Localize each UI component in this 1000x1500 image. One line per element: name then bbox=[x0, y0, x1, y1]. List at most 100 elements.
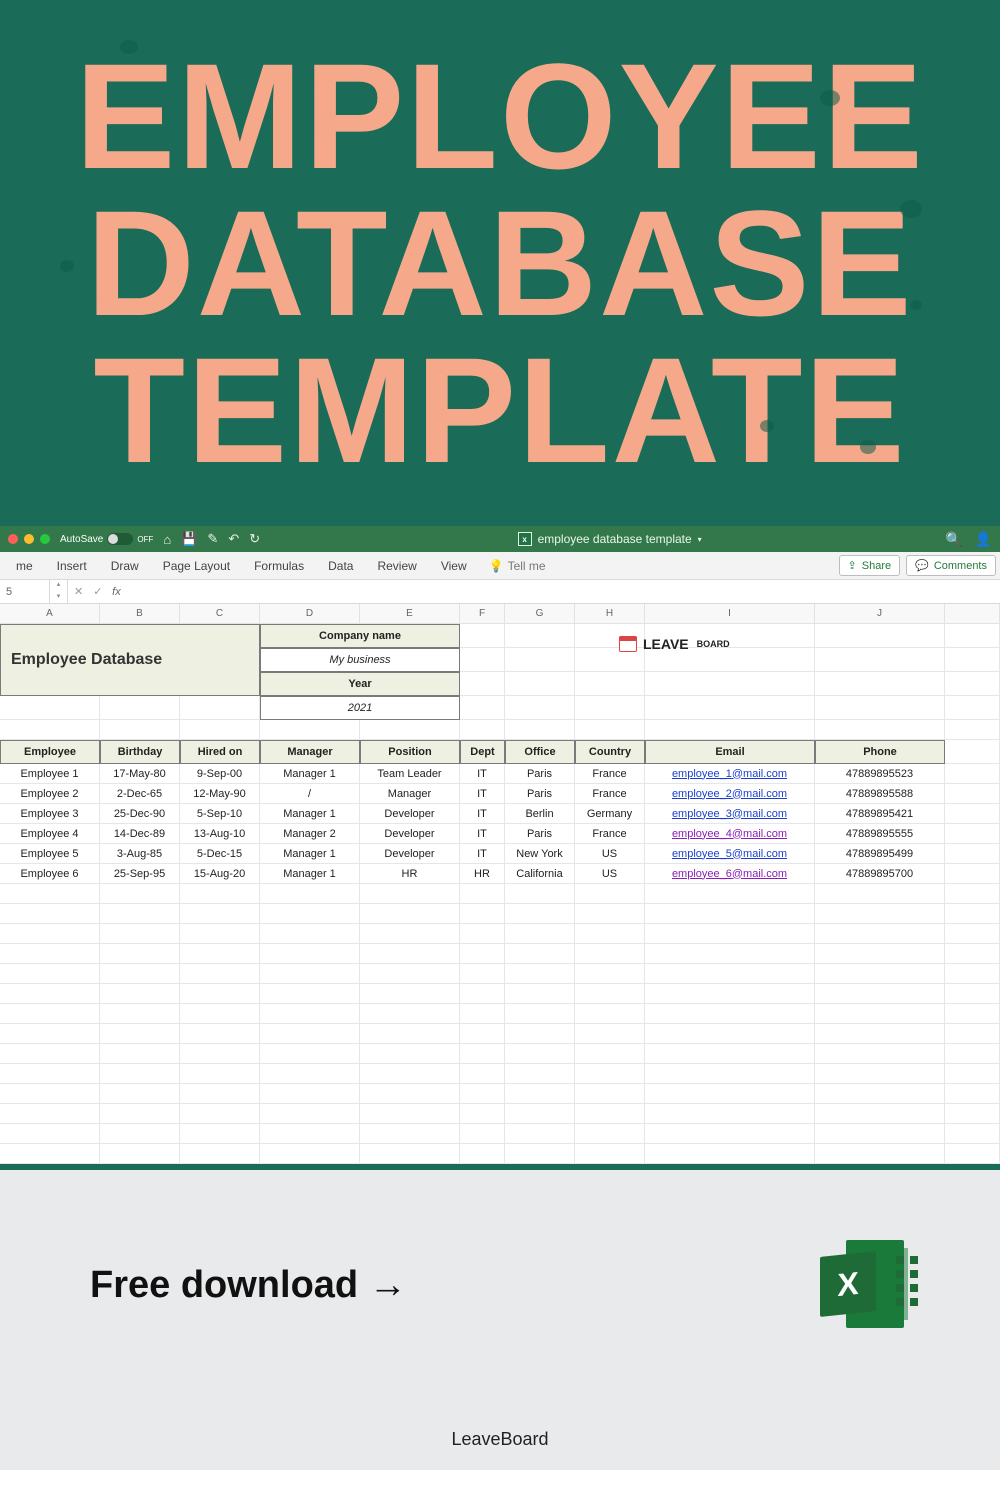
cell-country[interactable]: France bbox=[575, 764, 645, 784]
table-row[interactable]: Employee 53-Aug-855-Dec-15Manager 1Devel… bbox=[0, 844, 1000, 864]
namebox-stepper[interactable]: ▴▾ bbox=[50, 580, 68, 603]
cell-hired[interactable]: 12-May-90 bbox=[180, 784, 260, 804]
cell-country[interactable]: France bbox=[575, 784, 645, 804]
cell-office[interactable]: Paris bbox=[505, 824, 575, 844]
cell-email[interactable]: employee_3@mail.com bbox=[645, 804, 815, 824]
cell-manager[interactable]: Manager 1 bbox=[260, 844, 360, 864]
empty-row[interactable] bbox=[0, 884, 1000, 904]
cell-manager[interactable]: Manager 1 bbox=[260, 864, 360, 884]
cell-office[interactable]: California bbox=[505, 864, 575, 884]
edit-icon[interactable]: ✎ bbox=[207, 531, 218, 547]
cell-manager[interactable]: Manager 1 bbox=[260, 764, 360, 784]
spreadsheet-grid[interactable]: Employee Database Company name LEAVEBOAR… bbox=[0, 624, 1000, 1164]
fx-icon[interactable]: fx bbox=[106, 586, 126, 598]
chevron-down-icon[interactable]: ▾ bbox=[698, 535, 702, 544]
window-controls[interactable] bbox=[8, 534, 50, 544]
col-C[interactable]: C bbox=[180, 604, 260, 624]
empty-row[interactable] bbox=[0, 1144, 1000, 1164]
cell-birthday[interactable]: 3-Aug-85 bbox=[100, 844, 180, 864]
tab-home-partial[interactable]: me bbox=[4, 552, 45, 579]
comments-button[interactable]: 💬 Comments bbox=[906, 555, 996, 576]
empty-row[interactable] bbox=[0, 904, 1000, 924]
redo-icon[interactable]: ↻ bbox=[249, 531, 260, 547]
search-icon[interactable]: 🔍 bbox=[945, 531, 962, 548]
tab-view[interactable]: View bbox=[429, 552, 479, 579]
undo-icon[interactable]: ↶ bbox=[228, 531, 239, 547]
cell-office[interactable]: New York bbox=[505, 844, 575, 864]
cta-text[interactable]: Free download → bbox=[90, 1264, 407, 1307]
cell-birthday[interactable]: 14-Dec-89 bbox=[100, 824, 180, 844]
cell-office[interactable]: Paris bbox=[505, 784, 575, 804]
col-H[interactable]: H bbox=[575, 604, 645, 624]
cell-office[interactable]: Berlin bbox=[505, 804, 575, 824]
th-manager[interactable]: Manager bbox=[260, 740, 360, 764]
close-icon[interactable] bbox=[8, 534, 18, 544]
cell-employee[interactable]: Employee 1 bbox=[0, 764, 100, 784]
col-G[interactable]: G bbox=[505, 604, 575, 624]
cell-phone[interactable]: 47889895499 bbox=[815, 844, 945, 864]
col-J[interactable]: J bbox=[815, 604, 945, 624]
cell-dept[interactable]: IT bbox=[460, 824, 505, 844]
cell-manager[interactable]: Manager 1 bbox=[260, 804, 360, 824]
cancel-icon[interactable]: ✕ bbox=[68, 585, 89, 598]
cell-email[interactable]: employee_6@mail.com bbox=[645, 864, 815, 884]
tab-page-layout[interactable]: Page Layout bbox=[151, 552, 242, 579]
confirm-icon[interactable]: ✓ bbox=[89, 585, 106, 598]
name-box[interactable]: 5 bbox=[0, 580, 50, 603]
cell-dept[interactable]: IT bbox=[460, 764, 505, 784]
cell-email[interactable]: employee_5@mail.com bbox=[645, 844, 815, 864]
empty-row[interactable] bbox=[0, 1064, 1000, 1084]
cell-position[interactable]: HR bbox=[360, 864, 460, 884]
col-D[interactable]: D bbox=[260, 604, 360, 624]
empty-row[interactable] bbox=[0, 984, 1000, 1004]
col-F[interactable]: F bbox=[460, 604, 505, 624]
tab-review[interactable]: Review bbox=[365, 552, 428, 579]
cell-email[interactable]: employee_2@mail.com bbox=[645, 784, 815, 804]
empty-row[interactable] bbox=[0, 1044, 1000, 1064]
cell-manager[interactable]: / bbox=[260, 784, 360, 804]
empty-row[interactable] bbox=[0, 1084, 1000, 1104]
cell-dept[interactable]: HR bbox=[460, 864, 505, 884]
document-title[interactable]: x employee database template ▾ bbox=[274, 532, 945, 546]
formula-input[interactable] bbox=[126, 580, 1000, 603]
cell-birthday[interactable]: 25-Sep-95 bbox=[100, 864, 180, 884]
tab-formulas[interactable]: Formulas bbox=[242, 552, 316, 579]
empty-row[interactable] bbox=[0, 1104, 1000, 1124]
cell-manager[interactable]: Manager 2 bbox=[260, 824, 360, 844]
cell-employee[interactable]: Employee 5 bbox=[0, 844, 100, 864]
cell-birthday[interactable]: 17-May-80 bbox=[100, 764, 180, 784]
col-E[interactable]: E bbox=[360, 604, 460, 624]
tab-draw[interactable]: Draw bbox=[99, 552, 151, 579]
cell-dept[interactable]: IT bbox=[460, 844, 505, 864]
cell-position[interactable]: Team Leader bbox=[360, 764, 460, 784]
company-name-value[interactable]: My business bbox=[260, 648, 460, 672]
cell-position[interactable]: Developer bbox=[360, 804, 460, 824]
year-value[interactable]: 2021 bbox=[260, 696, 460, 720]
cell-employee[interactable]: Employee 3 bbox=[0, 804, 100, 824]
table-row[interactable]: Employee 22-Dec-6512-May-90/ManagerITPar… bbox=[0, 784, 1000, 804]
col-A[interactable]: A bbox=[0, 604, 100, 624]
th-phone[interactable]: Phone bbox=[815, 740, 945, 764]
cell-country[interactable]: US bbox=[575, 864, 645, 884]
account-icon[interactable]: 👤 bbox=[975, 531, 992, 548]
cell-phone[interactable]: 47889895523 bbox=[815, 764, 945, 784]
th-dept[interactable]: Dept bbox=[460, 740, 505, 764]
th-hired[interactable]: Hired on bbox=[180, 740, 260, 764]
tab-data[interactable]: Data bbox=[316, 552, 365, 579]
cell-country[interactable]: US bbox=[575, 844, 645, 864]
empty-row[interactable] bbox=[0, 1124, 1000, 1144]
table-row[interactable]: Employee 625-Sep-9515-Aug-20Manager 1HRH… bbox=[0, 864, 1000, 884]
th-birthday[interactable]: Birthday bbox=[100, 740, 180, 764]
cell-email[interactable]: employee_4@mail.com bbox=[645, 824, 815, 844]
cell-position[interactable]: Developer bbox=[360, 844, 460, 864]
cell-phone[interactable]: 47889895588 bbox=[815, 784, 945, 804]
minimize-icon[interactable] bbox=[24, 534, 34, 544]
col-B[interactable]: B bbox=[100, 604, 180, 624]
cell-country[interactable]: Germany bbox=[575, 804, 645, 824]
empty-row[interactable] bbox=[0, 944, 1000, 964]
cell-employee[interactable]: Employee 2 bbox=[0, 784, 100, 804]
table-row[interactable]: Employee 117-May-809-Sep-00Manager 1Team… bbox=[0, 764, 1000, 784]
th-employee[interactable]: Employee bbox=[0, 740, 100, 764]
cell-dept[interactable]: IT bbox=[460, 804, 505, 824]
save-icon[interactable]: 💾 bbox=[181, 531, 197, 547]
